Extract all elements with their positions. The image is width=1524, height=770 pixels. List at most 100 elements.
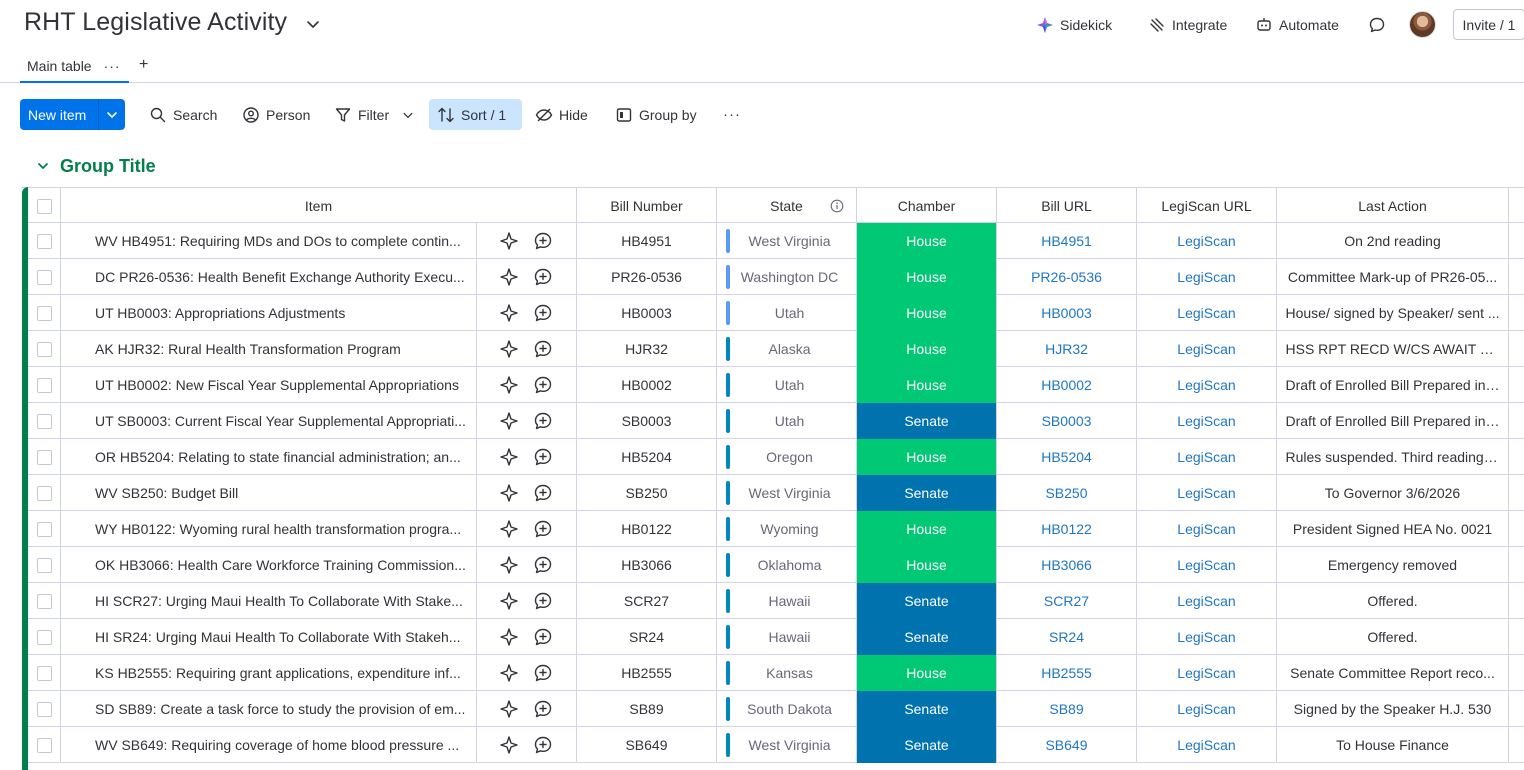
chamber-status-cell[interactable]: Senate [857,727,997,763]
last-action-cell[interactable]: Committee Mark-up of PR26-05... [1277,259,1509,295]
bill-number-cell[interactable]: HB0003 [577,295,717,331]
legiscan-link[interactable]: LegiScan [1177,737,1235,753]
filter-button[interactable]: Filter [326,99,423,130]
chamber-status-cell[interactable]: House [857,511,997,547]
state-cell[interactable]: Kansas [717,655,857,691]
chamber-status-cell[interactable]: House [857,259,997,295]
bill-url-link[interactable]: HB2555 [1041,665,1092,681]
tab-main-table[interactable]: Main table ··· [20,50,129,83]
row-checkbox[interactable] [36,449,52,465]
chamber-status-cell[interactable]: Senate [857,403,997,439]
select-all-checkbox[interactable] [36,198,52,214]
table-row[interactable]: AK HJR32: Rural Health Transformation Pr… [22,331,1524,367]
item-cell[interactable]: UT HB0003: Appropriations Adjustments [61,295,477,331]
legiscan-link[interactable]: LegiScan [1177,665,1235,681]
bill-url-link[interactable]: HJR32 [1045,341,1088,357]
last-action-cell[interactable]: Offered. [1277,583,1509,619]
chamber-status-cell[interactable]: House [857,439,997,475]
bill-number-cell[interactable]: SR24 [577,619,717,655]
item-cell[interactable]: WV HB4951: Requiring MDs and DOs to comp… [61,223,477,259]
column-header-legiscan-url[interactable]: LegiScan URL [1137,188,1277,224]
last-action-cell[interactable]: Signed by the Speaker H.J. 530 [1277,691,1509,727]
bill-url-link[interactable]: HB5204 [1041,449,1092,465]
chamber-status-cell[interactable]: House [857,547,997,583]
chamber-status-cell[interactable]: House [857,331,997,367]
sparkle-icon[interactable] [499,303,519,323]
add-update-icon[interactable] [533,447,553,467]
chamber-status-cell[interactable]: Senate [857,475,997,511]
integrate-button[interactable]: Integrate [1148,14,1227,36]
updates-button[interactable] [1368,14,1386,36]
legiscan-link[interactable]: LegiScan [1177,701,1235,717]
row-checkbox[interactable] [36,521,52,537]
bill-url-link[interactable]: HB0122 [1041,521,1092,537]
state-cell[interactable]: Utah [717,367,857,403]
new-item-button[interactable]: New item [20,99,125,130]
item-cell[interactable]: HI SCR27: Urging Maui Health To Collabor… [61,583,477,619]
automate-button[interactable]: Automate [1255,14,1339,36]
column-header-bill-number[interactable]: Bill Number [577,188,717,224]
bill-number-cell[interactable]: HB4951 [577,223,717,259]
legiscan-link[interactable]: LegiScan [1177,521,1235,537]
bill-url-link[interactable]: HB3066 [1041,557,1092,573]
sparkle-icon[interactable] [499,411,519,431]
table-row[interactable]: OK HB3066: Health Care Workforce Trainin… [22,547,1524,583]
user-avatar[interactable] [1409,11,1436,38]
bill-url-link[interactable]: SB649 [1045,737,1087,753]
legiscan-link[interactable]: LegiScan [1177,233,1235,249]
bill-number-cell[interactable]: SB0003 [577,403,717,439]
legiscan-link[interactable]: LegiScan [1177,629,1235,645]
bill-number-cell[interactable]: HB0002 [577,367,717,403]
add-update-icon[interactable] [533,699,553,719]
row-checkbox[interactable] [36,485,52,501]
last-action-cell[interactable]: HSS RPT RECD W/CS AWAIT TR... [1277,331,1509,367]
item-cell[interactable]: UT HB0002: New Fiscal Year Supplemental … [61,367,477,403]
item-cell[interactable]: SD SB89: Create a task force to study th… [61,691,477,727]
row-checkbox[interactable] [36,629,52,645]
group-title[interactable]: Group Title [60,156,156,177]
column-header-chamber[interactable]: Chamber [857,188,997,224]
row-checkbox[interactable] [36,305,52,321]
row-checkbox[interactable] [36,233,52,249]
info-icon[interactable] [830,199,844,213]
table-row[interactable]: HI SCR27: Urging Maui Health To Collabor… [22,583,1524,619]
last-action-cell[interactable]: Offered. [1277,619,1509,655]
bill-number-cell[interactable]: HB2555 [577,655,717,691]
bill-number-cell[interactable]: HB0122 [577,511,717,547]
item-cell[interactable]: AK HJR32: Rural Health Transformation Pr… [61,331,477,367]
hide-button[interactable]: Hide [527,99,596,130]
table-row[interactable]: WV HB4951: Requiring MDs and DOs to comp… [22,223,1524,259]
add-update-icon[interactable] [533,411,553,431]
column-header-bill-url[interactable]: Bill URL [997,188,1137,224]
bill-number-cell[interactable]: SB250 [577,475,717,511]
state-cell[interactable]: Washington DC [717,259,857,295]
state-cell[interactable]: Wyoming [717,511,857,547]
last-action-cell[interactable]: Draft of Enrolled Bill Prepared in ... [1277,403,1509,439]
chevron-down-icon[interactable] [36,159,50,173]
row-checkbox[interactable] [36,665,52,681]
chamber-status-cell[interactable]: Senate [857,619,997,655]
legiscan-link[interactable]: LegiScan [1177,269,1235,285]
sparkle-icon[interactable] [499,447,519,467]
last-action-cell[interactable]: House/ signed by Speaker/ sent ... [1277,295,1509,331]
row-checkbox[interactable] [36,557,52,573]
legiscan-link[interactable]: LegiScan [1177,377,1235,393]
state-cell[interactable]: Oregon [717,439,857,475]
chamber-status-cell[interactable]: Senate [857,583,997,619]
legiscan-link[interactable]: LegiScan [1177,341,1235,357]
row-checkbox[interactable] [36,737,52,753]
bill-number-cell[interactable]: HB5204 [577,439,717,475]
person-filter-button[interactable]: Person [234,99,318,130]
row-checkbox[interactable] [36,269,52,285]
table-row[interactable]: KS HB2555: Requiring grant applications,… [22,655,1524,691]
add-update-icon[interactable] [533,339,553,359]
bill-number-cell[interactable]: SB649 [577,727,717,763]
bill-url-link[interactable]: HB0003 [1041,305,1092,321]
bill-number-cell[interactable]: SB89 [577,691,717,727]
chevron-down-icon[interactable] [304,15,322,33]
table-row[interactable]: WV SB250: Budget Bill SB250 West Virgini… [22,475,1524,511]
sort-button[interactable]: Sort / 1 [429,99,522,130]
item-cell[interactable]: HI SR24: Urging Maui Health To Collabora… [61,619,477,655]
table-row[interactable]: UT HB0003: Appropriations Adjustments HB… [22,295,1524,331]
sparkle-icon[interactable] [499,591,519,611]
